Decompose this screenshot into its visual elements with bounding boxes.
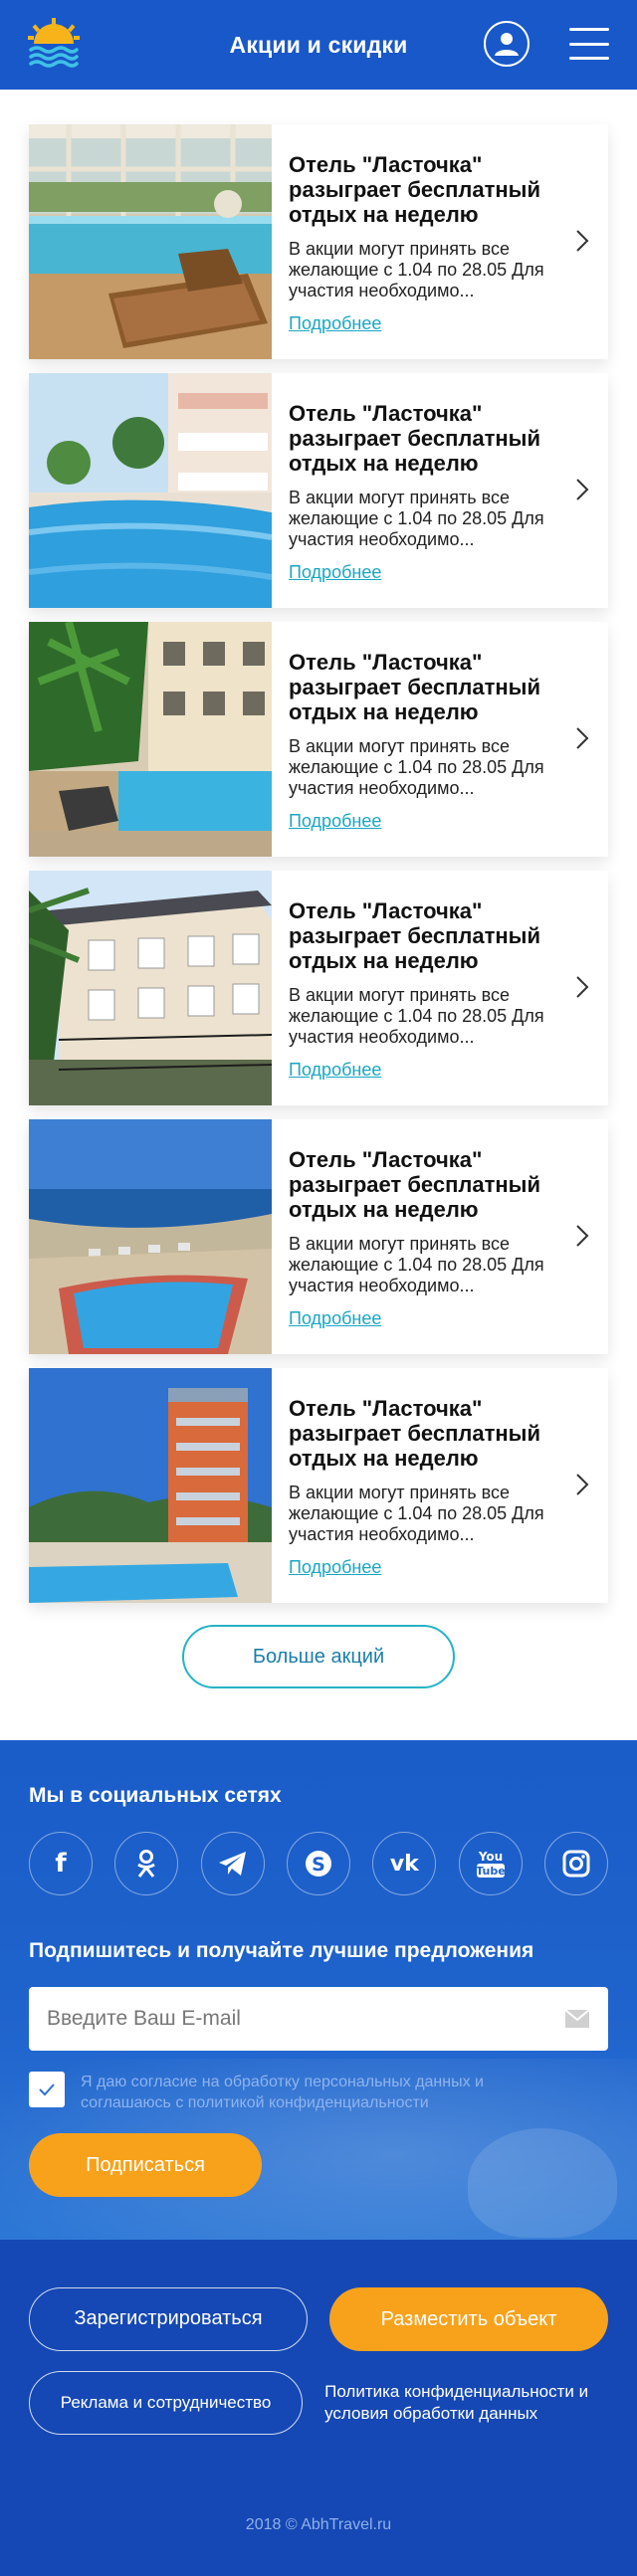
subscribe-button[interactable]: Подписаться <box>29 2133 262 2197</box>
svg-text:You: You <box>477 1850 502 1864</box>
privacy-policy-link[interactable]: Политика конфиденциальности и условия об… <box>324 2381 608 2425</box>
promo-title: Отель "Ласточка" разыгрaет бесплатный от… <box>289 1147 540 1222</box>
register-button[interactable]: Зарегистрироваться <box>29 2287 308 2351</box>
chevron-right-icon[interactable] <box>574 228 590 254</box>
promo-more-link[interactable]: Подробнее <box>289 562 381 583</box>
chevron-right-icon[interactable] <box>574 477 590 502</box>
hamburger-menu-button[interactable] <box>569 28 609 60</box>
consent-text: Я даю согласие на обработку персональных… <box>81 2074 484 2111</box>
subscribe-title: Подпишитесь и получайте лучшие предложен… <box>29 1939 534 1962</box>
promo-more-link[interactable]: Подробнее <box>289 313 381 334</box>
page-title: Акции и скидки <box>229 31 408 58</box>
chevron-right-icon[interactable] <box>574 1472 590 1497</box>
promo-card[interactable]: Отель "Ласточка" разыгрaет бесплатный от… <box>29 373 608 608</box>
background-shell-decoration <box>468 2128 617 2238</box>
telegram-icon[interactable] <box>200 1832 265 1895</box>
promo-description: В акции могут принять все желающие с 1.0… <box>289 1483 544 1544</box>
vk-icon[interactable]: vk <box>372 1832 437 1895</box>
promo-more-link[interactable]: Подробнее <box>289 811 381 832</box>
promo-description: В акции могут принять все желающие с 1.0… <box>289 488 544 549</box>
promo-card[interactable]: Отель "Ласточка" разыгрaет бесплатный от… <box>29 124 608 359</box>
promo-description: В акции могут принять все желающие с 1.0… <box>289 1234 544 1295</box>
footer-row-2: Реклама и сотрудничество Политика конфид… <box>29 2371 608 2435</box>
consent-row: Я даю согласие на обработку персональных… <box>29 2072 608 2113</box>
chevron-right-icon[interactable] <box>574 725 590 751</box>
email-field-wrap <box>29 1987 608 2051</box>
instagram-icon[interactable] <box>543 1832 608 1895</box>
user-account-button[interactable] <box>484 21 530 67</box>
social-subscribe-section: Мы в социальных сетях f S vk You Tube Под… <box>0 1740 637 2240</box>
promo-description: В акции могут принять все желающие с 1.0… <box>289 239 544 300</box>
promo-title: Отель "Ласточка" разыгрaет бесплатный от… <box>289 1396 540 1471</box>
app-header: Акции и скидки <box>0 0 637 90</box>
chevron-right-icon[interactable] <box>574 974 590 1000</box>
promo-body: Отель "Ласточка" разыгрaет бесплатный от… <box>272 373 608 608</box>
facebook-icon[interactable]: f <box>29 1832 93 1895</box>
email-input[interactable] <box>29 1987 564 2051</box>
promo-more-link[interactable]: Подробнее <box>289 1060 381 1081</box>
promo-card[interactable]: Отель "Ласточка" разыгрaет бесплатный от… <box>29 1119 608 1354</box>
more-promos-wrap: Больше акций <box>0 1617 637 1740</box>
place-object-button[interactable]: Разместить объект <box>329 2287 608 2351</box>
promo-body: Отель "Ласточка" разыгрaет бесплатный от… <box>272 871 608 1105</box>
promo-card[interactable]: Отель "Ласточка" разыгрaет бесплатный от… <box>29 871 608 1105</box>
consent-checkbox[interactable] <box>29 2072 65 2107</box>
menu-line <box>569 28 609 31</box>
promo-image-outdoor-pool <box>29 373 272 608</box>
odnoklassniki-icon[interactable] <box>114 1832 179 1895</box>
promo-title: Отель "Ласточка" разыгрaет бесплатный от… <box>289 650 540 724</box>
menu-line <box>569 42 609 46</box>
promo-description: В акции могут принять все желающие с 1.0… <box>289 985 544 1047</box>
promo-more-link[interactable]: Подробнее <box>289 1308 381 1329</box>
checkmark-icon <box>39 2083 55 2096</box>
copyright: 2018 © AbhTravel.ru <box>245 2516 392 2533</box>
promo-list: Отель "Ласточка" разыгрaет бесплатный от… <box>0 90 637 1603</box>
logo-icon[interactable] <box>28 18 80 68</box>
promo-body: Отель "Ласточка" разыгрaет бесплатный от… <box>272 124 608 359</box>
skype-icon[interactable]: S <box>286 1832 350 1895</box>
footer-row-1: Зарегистрироваться Разместить объект <box>29 2287 608 2351</box>
promo-body: Отель "Ласточка" разыгрaет бесплатный от… <box>272 1368 608 1603</box>
menu-line <box>569 57 609 60</box>
chevron-right-icon[interactable] <box>574 1223 590 1249</box>
promo-image-tall-hotel <box>29 1368 272 1603</box>
svg-text:Tube: Tube <box>476 1865 505 1878</box>
social-title: Мы в социальных сетях <box>29 1784 282 1807</box>
promo-image-hotel-building <box>29 871 272 1105</box>
user-icon <box>495 33 519 56</box>
promo-title: Отель "Ласточка" разыгрaет бесплатный от… <box>289 898 540 973</box>
promo-image-sea-pool <box>29 1119 272 1354</box>
ads-cooperation-button[interactable]: Реклама и сотрудничество <box>29 2371 304 2435</box>
footer: Зарегистрироваться Разместить объект Рек… <box>0 2240 637 2576</box>
promo-title: Отель "Ласточка" разыгрaет бесплатный от… <box>289 401 540 476</box>
promo-body: Отель "Ласточка" разыгрaет бесплатный от… <box>272 1119 608 1354</box>
more-promos-button[interactable]: Больше акций <box>182 1625 455 1688</box>
youtube-icon[interactable]: You Tube <box>458 1832 523 1895</box>
promo-description: В акции могут принять все желающие с 1.0… <box>289 736 544 798</box>
promo-title: Отель "Ласточка" разыгрaет бесплатный от… <box>289 152 540 227</box>
promo-image-palm-pool <box>29 622 272 857</box>
promo-card[interactable]: Отель "Ласточка" разыгрaет бесплатный от… <box>29 622 608 857</box>
svg-text:S: S <box>312 1854 325 1876</box>
social-links: f S vk You Tube <box>29 1832 608 1895</box>
promo-body: Отель "Ласточка" разыгрaет бесплатный от… <box>272 622 608 857</box>
promo-card[interactable]: Отель "Ласточка" разыгрaет бесплатный от… <box>29 1368 608 1603</box>
mail-icon <box>564 2009 590 2028</box>
promo-image-indoor-pool <box>29 124 272 359</box>
promo-more-link[interactable]: Подробнее <box>289 1557 381 1578</box>
